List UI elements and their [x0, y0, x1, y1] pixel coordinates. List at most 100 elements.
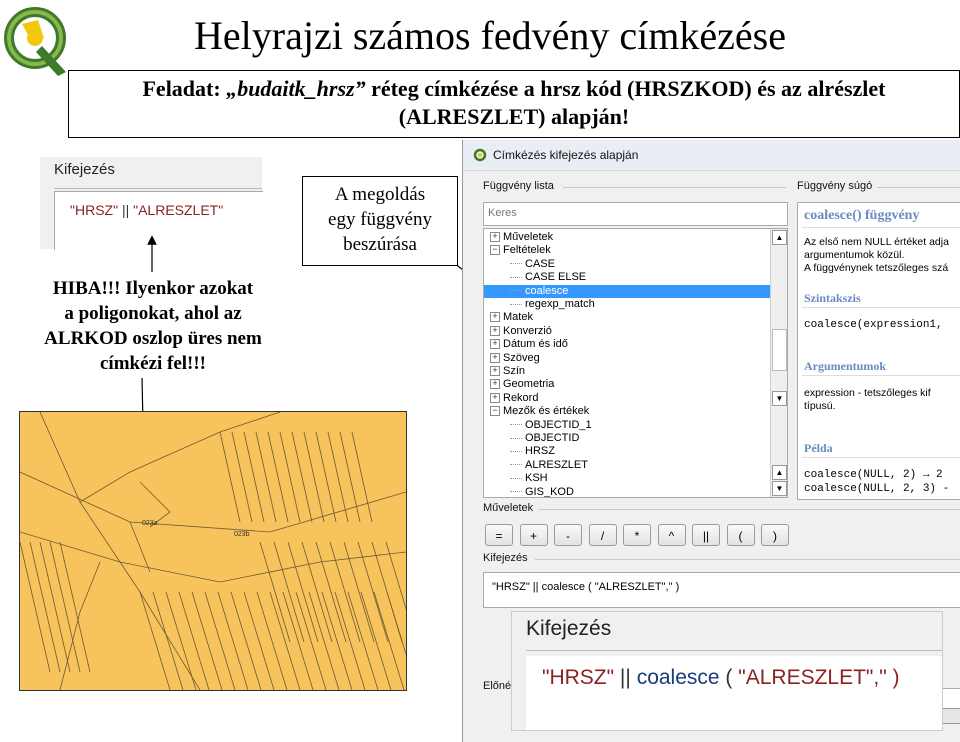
tree-item[interactable]: + Konverzió [484, 325, 776, 338]
function-tree[interactable]: + Műveletek − Feltételek CASE CASE ELSE coales… [483, 228, 788, 498]
operator-button[interactable]: * [623, 524, 651, 546]
operators-label: Műveletek [483, 502, 534, 514]
tree-item-label: ALRESZLET [525, 458, 588, 471]
operator-button[interactable]: + [519, 524, 548, 546]
expand-icon[interactable]: + [490, 366, 500, 377]
operator-button[interactable]: ^ [657, 524, 686, 546]
tree-connector [510, 464, 522, 466]
tree-item[interactable]: CASE [484, 258, 787, 271]
help-text: argumentumok közül. [804, 249, 905, 261]
help-text: A függvénynek tetszőleges szá [804, 262, 949, 274]
code-paren: ( [725, 666, 733, 689]
parcel-map-canvas: 023a 023b [20, 412, 406, 690]
help-example-heading: Példa [804, 441, 833, 455]
solution-callout: A megoldás egy függvény beszúrása [302, 176, 458, 266]
function-search-input[interactable]: Keres [483, 202, 788, 226]
help-example: coalesce(NULL, 2) → 2 [804, 469, 943, 481]
expression-text: "HRSZ" || coalesce ( "ALRESZLET"," ) [492, 581, 680, 593]
function-help-label: Függvény súgó [797, 180, 873, 192]
operator-button[interactable]: - [554, 524, 582, 546]
dialog-title: Címkézés kifejezés alapján [493, 148, 639, 162]
expand-icon[interactable]: + [490, 392, 500, 403]
scroll-down-icon[interactable]: ▼ [772, 391, 787, 406]
error-line: címkézi fel!!! [99, 353, 207, 374]
operator-button[interactable]: ( [726, 524, 755, 546]
operator-button[interactable]: / [588, 524, 617, 546]
tree-item[interactable]: OBJECTID_1 [484, 419, 787, 432]
collapse-icon[interactable]: − [490, 406, 500, 417]
help-arguments-heading: Argumentumok [804, 359, 887, 373]
tree-item[interactable]: regexp_match [484, 298, 787, 311]
tree-connector [510, 477, 522, 479]
function-help-panel: coalesce() függvény Az első nem NULL ért… [797, 202, 960, 500]
divider [802, 307, 960, 308]
operator-button[interactable]: ) [761, 524, 789, 546]
help-syntax-heading: Szintakszis [804, 291, 861, 305]
tree-item[interactable]: + Szöveg [484, 352, 776, 365]
tree-connector [510, 450, 522, 452]
tree-item[interactable]: HRSZ [484, 445, 787, 458]
tree-item[interactable]: + Dátum és idő [484, 338, 776, 351]
tree-item[interactable]: GIS_KOD [484, 485, 787, 498]
expand-icon[interactable]: + [490, 325, 500, 336]
tree-item[interactable]: + Matek [484, 311, 776, 324]
expression-label: Kifejezés [483, 552, 528, 564]
tree-item-label: HRSZ [525, 445, 555, 458]
tree-connector [510, 290, 522, 292]
zoomed-expression-panel: Kifejezés "HRSZ" || coalesce ( "ALRESZLE… [512, 612, 942, 730]
expand-icon[interactable]: + [490, 379, 500, 390]
tree-item-label: Dátum és idő [503, 338, 568, 351]
callout-line: beszúrása [343, 234, 417, 255]
code-rest: ," ) [873, 666, 900, 689]
code-string: "HRSZ" [542, 666, 615, 689]
tree-item[interactable]: − Mezők és értékek [484, 405, 776, 418]
help-text: Az első nem NULL értéket adja [804, 236, 949, 248]
error-line: HIBA!!! Ilyenkor azokat [52, 278, 254, 299]
parcel-map[interactable]: 023a 023b [19, 411, 407, 691]
tree-item[interactable]: + Rekord [484, 392, 776, 405]
tree-item-label: Mezők és értékek [503, 405, 590, 418]
expression-editor[interactable]: "HRSZ" || coalesce ( "ALRESZLET"," ) [483, 572, 960, 608]
scroll-thumb[interactable] [772, 329, 787, 371]
tree-item-label: coalesce [525, 284, 569, 297]
search-placeholder: Keres [488, 207, 517, 219]
expand-icon[interactable]: + [490, 339, 500, 350]
tree-item[interactable]: + Szín [484, 365, 776, 378]
scroll-down-icon[interactable]: ▼ [772, 481, 787, 496]
tree-item-label: KSH [525, 472, 548, 485]
tree-item[interactable]: + Műveletek [484, 231, 776, 244]
error-message: HIBA!!! Ilyenkor azokat a poligonokat, a… [18, 276, 288, 376]
parcel-label: 023b [234, 531, 250, 538]
tree-item-label: regexp_match [525, 298, 595, 310]
divider [539, 509, 960, 510]
divider [526, 650, 942, 651]
divider [802, 227, 960, 228]
tree-item-label: Műveletek [503, 231, 554, 243]
tree-item[interactable]: ALRESZLET [484, 458, 787, 472]
tree-scrollbar[interactable]: ▲ ▼ ▲ ▼ [770, 229, 787, 497]
expand-icon[interactable]: + [490, 232, 500, 243]
tree-item-label: GIS_KOD [525, 485, 574, 498]
callout-line: egy függvény [328, 209, 432, 230]
help-text: típusú. [804, 400, 836, 412]
tree-item-label: Konverzió [503, 324, 552, 337]
tree-item[interactable]: − Feltételek [484, 244, 776, 257]
tree-item[interactable]: KSH [484, 472, 787, 485]
tree-item[interactable]: OBJECTID [484, 432, 787, 445]
map-background [20, 412, 406, 690]
tree-item[interactable]: CASE ELSE [484, 271, 787, 284]
help-syntax: coalesce(expression1, [804, 319, 943, 331]
tree-item[interactable]: + Geometria [484, 378, 776, 391]
tree-connector [510, 276, 522, 278]
expand-icon[interactable]: + [490, 312, 500, 323]
scroll-up-icon[interactable]: ▲ [772, 465, 787, 480]
scroll-up-icon[interactable]: ▲ [772, 230, 787, 245]
operator-button[interactable]: = [485, 524, 513, 546]
expand-icon[interactable]: + [490, 352, 500, 363]
tree-item-label: Szín [503, 365, 526, 377]
tree-item-label: CASE ELSE [525, 271, 587, 284]
operator-button[interactable]: || [692, 524, 720, 546]
tree-item[interactable]: coalesce [484, 284, 787, 298]
tree-connector [510, 491, 522, 493]
collapse-icon[interactable]: − [490, 245, 500, 256]
